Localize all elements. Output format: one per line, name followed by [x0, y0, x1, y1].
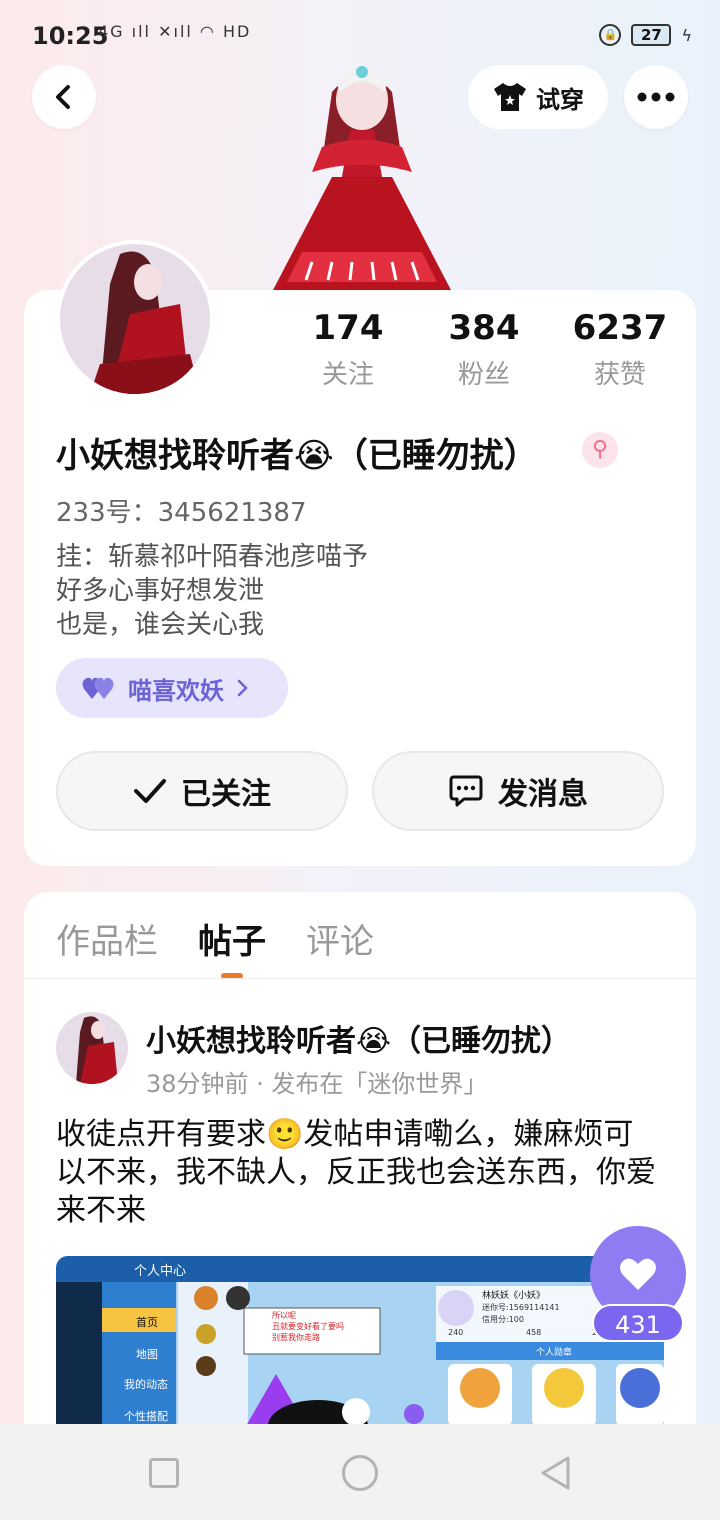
post-author-name[interactable]: 小妖想找聆听者😭（已睡勿扰） — [146, 1016, 571, 1060]
bio-line: 也是，谁会关心我 — [56, 610, 265, 640]
profile-nickname: 小妖想找聆听者😭（已睡勿扰） — [56, 436, 538, 476]
bio-line: 挂：斩慕祁叶陌春池彦喵予 — [56, 542, 369, 572]
fan-club-label: 喵喜欢妖 — [128, 676, 224, 705]
charging-icon: ϟ — [681, 25, 692, 45]
heart-icon — [620, 1258, 656, 1290]
avatar-image — [60, 244, 210, 394]
image-count: 458 — [526, 1328, 542, 1337]
tshirt-icon — [494, 83, 526, 111]
tab-divider — [24, 978, 696, 979]
stat-likes[interactable]: 6237 获赞 — [550, 308, 690, 391]
image-sidebar-item: 地图 — [136, 1348, 158, 1361]
back-button[interactable] — [32, 65, 96, 129]
stat-fans[interactable]: 384 粉丝 — [414, 308, 554, 391]
fans-count: 384 — [448, 308, 520, 348]
recent-apps-button[interactable] — [149, 1458, 179, 1488]
rotation-lock-icon: 🔒 — [599, 24, 622, 46]
followed-label: 已关注 — [181, 777, 271, 812]
character-image — [262, 52, 462, 292]
chevron-left-icon — [56, 85, 70, 109]
tab-comments[interactable]: 评论 — [306, 914, 374, 963]
tab-works[interactable]: 作品栏 — [56, 914, 158, 963]
image-count: 240 — [448, 1328, 464, 1337]
following-label: 关注 — [321, 360, 374, 390]
triangle-back-icon — [541, 1456, 570, 1490]
status-time: 10:25 — [32, 22, 109, 50]
chevron-right-icon — [237, 679, 248, 697]
likes-label: 获赞 — [593, 360, 646, 390]
status-right: 🔒 27 ϟ — [599, 24, 692, 46]
user-id: 233号：345621387 — [56, 498, 307, 528]
send-message-button[interactable]: 发消息 — [372, 751, 664, 831]
image-user-id: 迷你号:1569114141 — [482, 1303, 560, 1312]
network-icons: 4G ıll ✕ıll ◠ HD — [98, 22, 252, 41]
tab-posts[interactable]: 帖子 — [198, 914, 266, 963]
image-sidebar-item: 首页 — [136, 1316, 158, 1329]
followed-button[interactable]: 已关注 — [56, 751, 348, 831]
battery-icon: 27 — [631, 24, 672, 46]
post-text[interactable]: 收徒点开有要求🙂发帖申请嘞么，嫌麻烦可以不来，我不缺人，反正我也会送东西，你爱来… — [56, 1116, 656, 1230]
image-honor-title: 个人勋章 — [536, 1348, 573, 1358]
fans-label: 粉丝 — [457, 360, 510, 390]
image-user-name: 林妖妖《小妖》 — [482, 1291, 546, 1301]
post-image[interactable]: 个人中心 首页 地图 我的动态 个性搭配 所以呢 丑就要变好看了要吗 别惹我你走… — [56, 1256, 664, 1426]
bio-line: 好多心事好想发泄 — [56, 576, 265, 606]
image-sidebar-item: 个性搭配 — [124, 1410, 168, 1423]
profile-bio: 挂：斩慕祁叶陌春池彦喵予 好多心事好想发泄 也是，谁会关心我 — [56, 540, 368, 642]
check-icon — [134, 779, 166, 803]
post-author-avatar[interactable] — [56, 1012, 128, 1084]
image-menu-title: 个人中心 — [134, 1264, 187, 1279]
try-on-label: 试穿 — [536, 85, 584, 114]
home-button[interactable] — [342, 1455, 378, 1491]
stat-following[interactable]: 174 关注 — [278, 308, 418, 391]
image-popup-text: 所以呢 丑就要变好看了要吗 别惹我你走路 — [272, 1311, 344, 1342]
send-message-label: 发消息 — [498, 777, 588, 812]
try-on-button[interactable]: 试穿 — [468, 65, 608, 129]
post-meta: 38分钟前 · 发布在「迷你世界」 — [146, 1070, 488, 1098]
like-count: 431 — [592, 1304, 684, 1342]
likes-count: 6237 — [572, 308, 668, 348]
image-sidebar-item: 我的动态 — [124, 1378, 168, 1391]
more-button[interactable] — [624, 65, 688, 129]
back-nav-button[interactable] — [538, 1455, 574, 1495]
fan-club-badge[interactable]: 喵喜欢妖 — [56, 658, 288, 718]
double-heart-icon — [82, 677, 114, 699]
more-dots-icon — [637, 92, 675, 102]
chat-bubble-icon — [449, 775, 483, 807]
avatar[interactable] — [56, 240, 214, 398]
following-count: 174 — [312, 308, 384, 348]
image-credit: 信用分:100 — [482, 1315, 524, 1324]
female-gender-icon: ⚲ — [582, 432, 618, 468]
